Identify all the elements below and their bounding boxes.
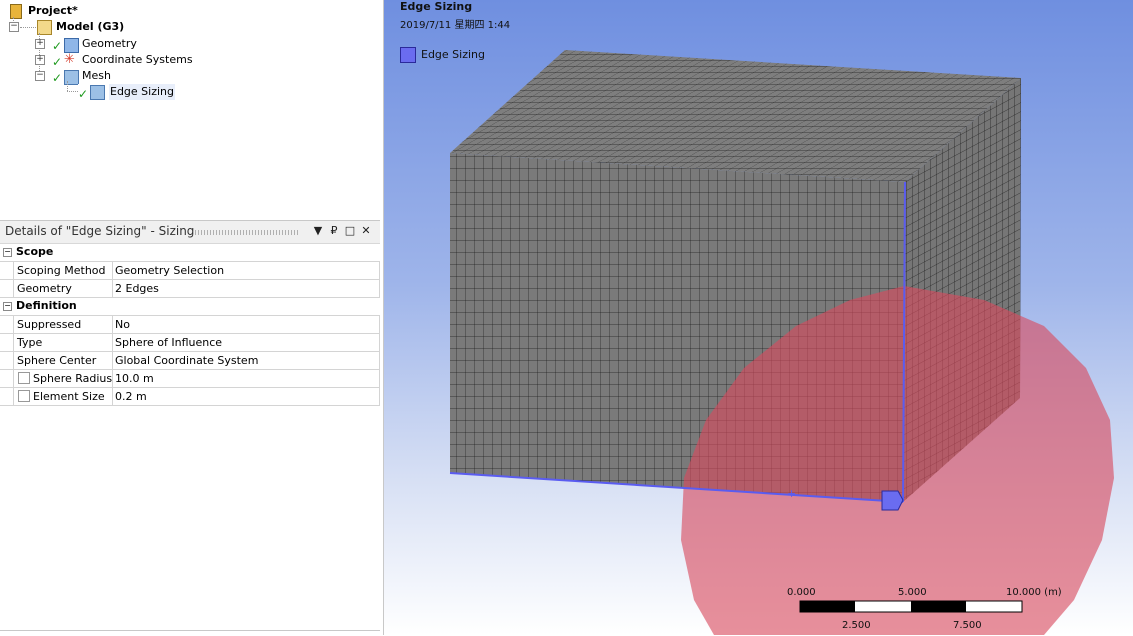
edge-sizing-icon — [90, 85, 105, 100]
property-value[interactable]: No — [115, 318, 130, 331]
tree-label-model: Model (G3) — [56, 20, 125, 33]
scale-label: 10.000 (m) — [1006, 587, 1062, 598]
project-icon — [10, 4, 22, 19]
collapse-icon[interactable]: − — [3, 302, 12, 311]
left-panel: Project* − Model (G3) + ✓ Geometry + ✓ ✳… — [0, 0, 384, 635]
check-icon: ✓ — [78, 87, 89, 101]
tree-label-mesh: Mesh — [82, 69, 111, 82]
property-value[interactable]: Geometry Selection — [115, 264, 224, 277]
coordinate-axes-icon: ✳ — [64, 52, 75, 67]
mesh-scene[interactable]: + — [384, 0, 1133, 635]
property-label: Scoping Method — [17, 264, 106, 277]
legend-label: Edge Sizing — [421, 48, 486, 61]
tree-item-geometry[interactable]: + ✓ Geometry — [34, 36, 234, 53]
property-value[interactable]: Sphere of Influence — [115, 336, 222, 349]
scale-label: 5.000 — [898, 587, 927, 598]
tree-label-coordinate-systems: Coordinate Systems — [82, 53, 193, 66]
scale-label: 2.500 — [842, 620, 871, 631]
expand-icon[interactable]: + — [35, 39, 45, 49]
crosshair-icon: + — [787, 487, 796, 500]
parameter-checkbox[interactable] — [18, 372, 30, 384]
collapse-icon[interactable]: − — [35, 71, 45, 81]
pin-icon[interactable]: ₽ — [327, 224, 341, 238]
expand-icon[interactable]: + — [35, 55, 45, 65]
tree-item-model[interactable]: − Model (G3) — [8, 19, 208, 35]
tree-connector — [67, 81, 68, 91]
property-label: Geometry — [17, 282, 72, 295]
outline-tree: Project* − Model (G3) + ✓ Geometry + ✓ ✳… — [0, 0, 382, 214]
tree-item-edge-sizing[interactable]: ✓ Edge Sizing — [78, 84, 278, 101]
check-icon: ✓ — [52, 71, 63, 85]
tree-item-coordinate-systems[interactable]: + ✓ ✳ Coordinate Systems — [34, 52, 254, 69]
property-row[interactable]: Element Size 0.2 m — [0, 387, 380, 406]
drag-grip[interactable] — [195, 230, 300, 235]
property-row[interactable]: Geometry 2 Edges — [0, 279, 380, 298]
maximize-icon[interactable]: □ — [343, 224, 357, 238]
tree-connector — [20, 27, 36, 28]
viewport-date: 2019/7/11 星期四 1:44 — [400, 20, 511, 31]
property-label: Element Size — [33, 390, 105, 403]
details-title: Details of "Edge Sizing" - Sizing — [5, 224, 195, 238]
property-row[interactable]: Suppressed No — [0, 315, 380, 334]
property-label: Sphere Radius — [33, 372, 113, 385]
property-value[interactable]: 0.2 m — [115, 390, 147, 403]
property-row[interactable]: Scoping Method Geometry Selection — [0, 261, 380, 280]
section-definition[interactable]: − Definition — [0, 297, 380, 316]
close-icon[interactable]: ✕ — [359, 224, 373, 238]
dropdown-icon[interactable]: ▼ — [311, 224, 325, 238]
legend-swatch — [400, 47, 416, 63]
collapse-icon[interactable]: − — [9, 22, 19, 32]
details-header: Details of "Edge Sizing" - Sizing ▼ ₽ □ … — [0, 220, 380, 244]
tree-label-project: Project* — [28, 4, 78, 17]
property-row[interactable]: Sphere Center Global Coordinate System — [0, 351, 380, 370]
sphere-center-marker[interactable] — [881, 490, 904, 511]
collapse-icon[interactable]: − — [3, 248, 12, 257]
scale-label: 7.500 — [953, 620, 982, 631]
section-title: Definition — [16, 299, 77, 312]
scale-bar — [799, 600, 1023, 613]
property-label: Sphere Center — [17, 354, 97, 367]
property-row[interactable]: Sphere Radius 10.0 m — [0, 369, 380, 388]
section-scope[interactable]: − Scope — [0, 243, 380, 262]
property-label: Suppressed — [17, 318, 82, 331]
bottom-tabs[interactable] — [0, 630, 380, 636]
tree-label-geometry: Geometry — [82, 37, 137, 50]
graphics-viewport[interactable]: + Edge Sizing 2019/7/11 星期四 1:44 Edge Si… — [384, 0, 1133, 635]
parameter-checkbox[interactable] — [18, 390, 30, 402]
tree-item-project[interactable]: Project* — [8, 3, 208, 19]
tree-label-edge-sizing: Edge Sizing — [109, 84, 176, 100]
property-row[interactable]: Type Sphere of Influence — [0, 333, 380, 352]
scale-label: 0.000 — [787, 587, 816, 598]
geometry-icon — [64, 38, 79, 53]
section-title: Scope — [16, 245, 54, 258]
property-value[interactable]: 2 Edges — [115, 282, 159, 295]
property-value[interactable]: 10.0 m — [115, 372, 154, 385]
property-value[interactable]: Global Coordinate System — [115, 354, 258, 367]
property-label: Type — [17, 336, 43, 349]
viewport-title: Edge Sizing — [400, 0, 473, 13]
tree-item-mesh[interactable]: − ✓ Mesh — [34, 68, 234, 85]
